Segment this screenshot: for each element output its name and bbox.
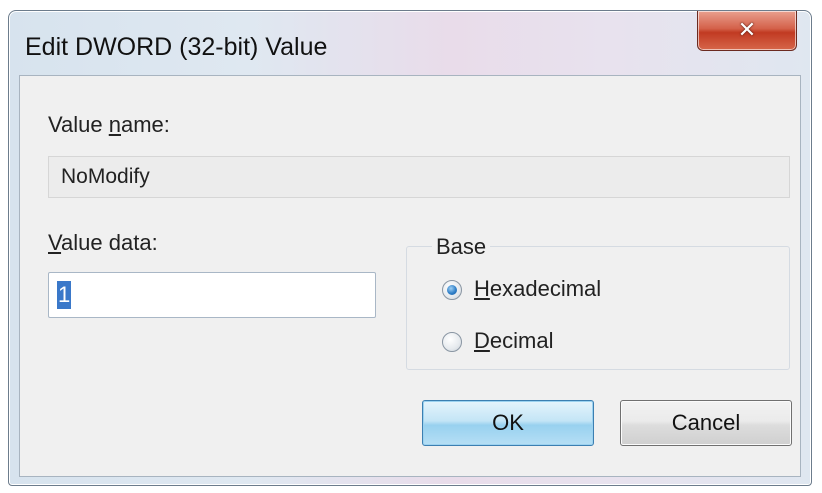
hexadecimal-label[interactable]: Hexadecimal bbox=[474, 276, 601, 302]
decimal-radio[interactable] bbox=[442, 332, 462, 352]
base-groupbox bbox=[406, 246, 790, 370]
value-data-label: Value data: bbox=[48, 230, 158, 255]
value-name-field: NoModify bbox=[48, 156, 790, 198]
dialog-title: Edit DWORD (32-bit) Value bbox=[25, 33, 328, 61]
decimal-label[interactable]: Decimal bbox=[474, 328, 553, 354]
dialog-body: Value name: NoModify Value data: 1 Base … bbox=[19, 75, 801, 477]
title-bar[interactable]: Edit DWORD (32-bit) Value ✕ bbox=[9, 11, 811, 73]
base-legend: Base bbox=[432, 234, 491, 260]
value-name-label: Value name: bbox=[48, 112, 170, 137]
cancel-button[interactable]: Cancel bbox=[620, 400, 792, 446]
value-data-input[interactable] bbox=[48, 272, 376, 318]
close-icon: ✕ bbox=[737, 17, 757, 43]
value-data-selection: 1 bbox=[57, 281, 72, 309]
dialog-window: Edit DWORD (32-bit) Value ✕ Value name: … bbox=[8, 10, 812, 486]
close-button[interactable]: ✕ bbox=[697, 11, 797, 51]
ok-button[interactable]: OK bbox=[422, 400, 594, 446]
hexadecimal-radio[interactable] bbox=[442, 280, 462, 300]
